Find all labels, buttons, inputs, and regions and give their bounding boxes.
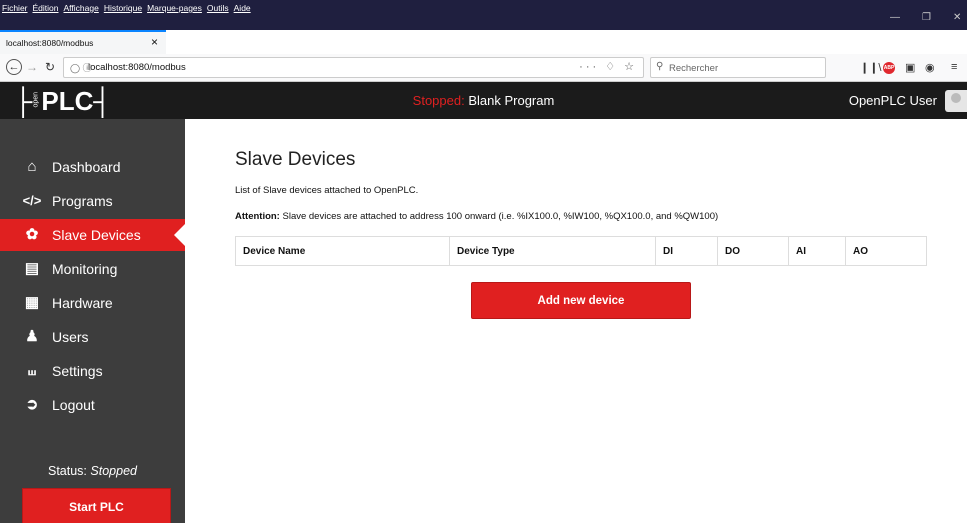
chip-icon: ▦ — [24, 294, 40, 311]
cog-cluster-icon: ✿ — [25, 226, 39, 243]
menu-fichier[interactable]: Fichier — [2, 3, 28, 13]
window-close-icon[interactable]: ✕ — [953, 12, 961, 23]
status-word: Stopped: — [412, 93, 465, 108]
code-icon: </> — [22, 193, 42, 208]
sidebar-item-label: Logout — [52, 397, 95, 413]
menu-outils[interactable]: Outils — [207, 3, 229, 13]
screwdriver-icon: ⧢ — [28, 362, 36, 379]
sidebar-item-label: Users — [52, 329, 89, 345]
attention-note: Attention: Slave devices are attached to… — [235, 211, 719, 222]
sidebar: ⌂ Dashboard </> Programs ✿ Slave Devices… — [0, 119, 185, 523]
page-description: List of Slave devices attached to OpenPL… — [235, 185, 419, 196]
sidebar-status: Status: Stopped — [48, 464, 137, 478]
sidebar-item-slave-devices[interactable]: ✿ Slave Devices — [0, 219, 185, 251]
menu-edition[interactable]: Édition — [33, 3, 59, 13]
page-title: Slave Devices — [235, 149, 356, 170]
browser-tab[interactable]: localhost:8080/modbus × — [0, 30, 166, 54]
sidebar-item-label: Dashboard — [52, 159, 121, 175]
reload-icon[interactable]: ↻ — [45, 60, 55, 74]
account-icon[interactable]: ◉ — [925, 61, 935, 74]
menu-marque-pages[interactable]: Marque-pages — [147, 3, 202, 13]
col-do: DO — [717, 236, 789, 266]
back-icon[interactable]: ← — [6, 59, 22, 75]
menu-aide[interactable]: Aide — [234, 3, 251, 13]
monitor-icon: ▤ — [24, 260, 40, 277]
url-text: localhost:8080/modbus — [88, 62, 186, 73]
sidebar-item-label: Hardware — [52, 295, 113, 311]
avatar[interactable] — [945, 90, 967, 112]
menu-bar: Fichier Édition Affichage Historique Mar… — [0, 0, 967, 30]
tab-title: localhost:8080/modbus — [6, 38, 94, 48]
user-name[interactable]: OpenPLC User — [849, 93, 937, 108]
forward-icon[interactable]: → — [26, 60, 38, 74]
minimize-icon[interactable]: — — [890, 12, 900, 23]
sidebar-item-dashboard[interactable]: ⌂ Dashboard — [0, 151, 185, 183]
tab-close-icon[interactable]: × — [151, 35, 158, 49]
col-device-type: Device Type — [449, 236, 656, 266]
search-box[interactable]: ⚲ — [650, 57, 826, 78]
sidebar-item-logout[interactable]: ➲ Logout — [0, 389, 185, 421]
search-icon: ⚲ — [656, 61, 664, 72]
search-input[interactable] — [669, 61, 819, 75]
sidebar-item-label: Slave Devices — [52, 227, 141, 243]
slave-devices-table: Device Name Device Type DI DO AI AO — [235, 236, 927, 266]
browser-window: Fichier Édition Affichage Historique Mar… — [0, 0, 967, 523]
sidebar-item-label: Programs — [52, 193, 113, 209]
home-icon: ⌂ — [27, 158, 37, 175]
nav-bar: ← → ↻ ⌂ ◯ ⓘ localhost:8080/modbus ··· ♢ … — [0, 54, 967, 82]
hamburger-menu-icon[interactable]: ≡ — [951, 61, 957, 73]
sidebar-item-programs[interactable]: </> Programs — [0, 185, 185, 217]
sidebar-item-label: Monitoring — [52, 261, 118, 277]
col-di: DI — [655, 236, 718, 266]
sidebar-item-hardware[interactable]: ▦ Hardware — [0, 287, 185, 319]
add-new-device-button[interactable]: Add new device — [471, 282, 691, 319]
restore-icon[interactable]: ❐ — [922, 12, 931, 23]
sidebar-item-monitoring[interactable]: ▤ Monitoring — [0, 253, 185, 285]
logout-icon: ➲ — [25, 396, 39, 413]
start-plc-button[interactable]: Start PLC — [22, 488, 171, 523]
users-icon: ♟ — [25, 328, 39, 345]
program-name: Blank Program — [468, 93, 555, 108]
address-bar[interactable]: ◯ ⓘ localhost:8080/modbus ··· ♢ ☆ — [63, 57, 644, 78]
app-header: ├openPLC┤ Stopped: Blank Program OpenPLC… — [0, 82, 967, 119]
page-actions-icon[interactable]: ··· ♢ ☆ — [579, 60, 637, 73]
menu-affichage[interactable]: Affichage — [64, 3, 99, 13]
plc-status: Stopped: Blank Program — [0, 93, 967, 108]
col-ao: AO — [845, 236, 927, 266]
col-device-name: Device Name — [235, 236, 450, 266]
col-ai: AI — [788, 236, 846, 266]
reader-icon[interactable]: ▣ — [905, 61, 915, 74]
sidebar-item-settings[interactable]: ⧢ Settings — [0, 355, 185, 387]
sidebar-item-users[interactable]: ♟ Users — [0, 321, 185, 353]
table-header-row: Device Name Device Type DI DO AI AO — [235, 236, 927, 266]
sidebar-item-label: Settings — [52, 363, 103, 379]
new-tab-icon[interactable]: + — [172, 30, 181, 50]
adblock-icon[interactable]: ABP — [883, 62, 895, 74]
library-icon[interactable]: ❙❙\ — [860, 61, 882, 74]
menu-historique[interactable]: Historique — [104, 3, 142, 13]
